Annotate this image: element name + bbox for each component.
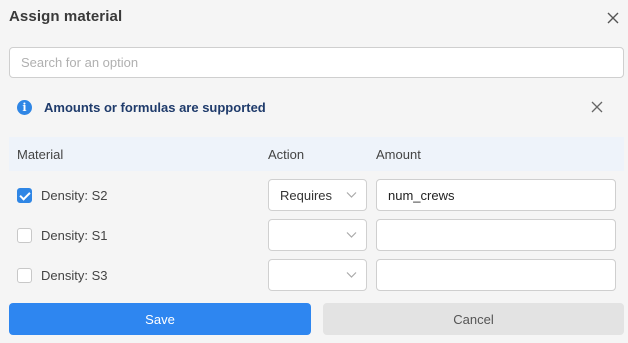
chevron-down-icon bbox=[346, 272, 357, 278]
header-action: Action bbox=[268, 147, 305, 162]
table-header: Material Action Amount bbox=[9, 137, 624, 171]
info-icon: i bbox=[17, 99, 32, 115]
search-input[interactable] bbox=[9, 47, 624, 78]
cancel-button[interactable]: Cancel bbox=[323, 303, 624, 335]
action-select-value: Requires bbox=[280, 188, 333, 203]
material-label: Density: S2 bbox=[41, 188, 108, 203]
chevron-down-icon bbox=[346, 232, 357, 238]
amount-input[interactable] bbox=[376, 219, 616, 251]
info-banner: i Amounts or formulas are supported bbox=[9, 90, 624, 124]
action-select[interactable]: Requires bbox=[268, 179, 367, 211]
material-row: Density: S1 bbox=[9, 219, 624, 251]
info-text: Amounts or formulas are supported bbox=[44, 99, 266, 115]
assign-material-dialog: Assign material i Amounts or formulas ar… bbox=[0, 0, 628, 343]
material-row: Density: S3 bbox=[9, 259, 624, 291]
amount-input[interactable] bbox=[376, 179, 616, 211]
material-label: Density: S3 bbox=[41, 268, 108, 283]
material-row: Density: S2 Requires bbox=[9, 179, 624, 211]
action-select[interactable] bbox=[268, 259, 367, 291]
action-select[interactable] bbox=[268, 219, 367, 251]
row-checkbox[interactable] bbox=[17, 228, 32, 243]
dialog-title: Assign material bbox=[9, 8, 123, 25]
chevron-down-icon bbox=[346, 192, 357, 198]
header-amount: Amount bbox=[376, 147, 421, 162]
dismiss-info-icon[interactable] bbox=[589, 99, 605, 115]
close-icon[interactable] bbox=[604, 9, 622, 27]
row-checkbox[interactable] bbox=[17, 188, 32, 203]
save-button[interactable]: Save bbox=[9, 303, 311, 335]
material-label: Density: S1 bbox=[41, 228, 108, 243]
amount-input[interactable] bbox=[376, 259, 616, 291]
row-checkbox[interactable] bbox=[17, 268, 32, 283]
header-material: Material bbox=[17, 147, 64, 162]
